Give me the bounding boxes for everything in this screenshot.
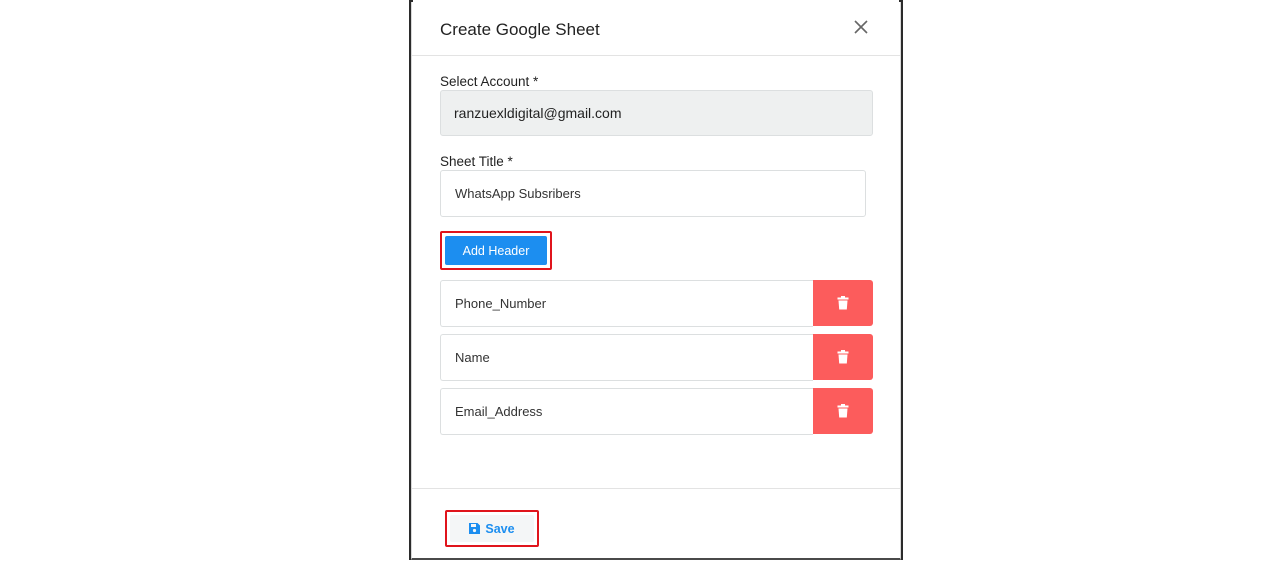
add-header-highlight: Add Header	[440, 231, 552, 270]
header-input[interactable]	[440, 334, 813, 381]
close-button[interactable]	[850, 16, 872, 38]
save-button[interactable]: Save	[450, 515, 534, 542]
save-highlight: Save	[445, 510, 539, 547]
page: Create Google Sheet Select Account * ran…	[0, 0, 1280, 585]
sheet-title-input[interactable]	[440, 170, 866, 217]
trash-icon	[837, 296, 849, 310]
delete-header-button[interactable]	[813, 280, 873, 326]
create-google-sheet-modal: Create Google Sheet Select Account * ran…	[411, 2, 901, 560]
floppy-disk-icon	[469, 523, 481, 534]
save-label: Save	[485, 522, 515, 536]
trash-icon	[837, 350, 849, 364]
header-row	[440, 280, 873, 327]
trash-icon	[837, 404, 849, 418]
header-input[interactable]	[440, 280, 813, 327]
modal-footer: Save	[412, 488, 900, 558]
header-input[interactable]	[440, 388, 813, 435]
sheet-title-label: Sheet Title *	[440, 154, 513, 169]
add-header-button[interactable]: Add Header	[445, 236, 547, 265]
account-label: Select Account *	[440, 74, 539, 89]
delete-header-button[interactable]	[813, 388, 873, 434]
close-icon	[854, 20, 868, 34]
modal-header: Create Google Sheet	[412, 2, 900, 56]
delete-header-button[interactable]	[813, 334, 873, 380]
header-row	[440, 388, 873, 435]
header-row	[440, 334, 873, 381]
modal-title: Create Google Sheet	[440, 20, 600, 39]
account-select[interactable]: ranzuexldigital@gmail.com	[440, 90, 873, 136]
